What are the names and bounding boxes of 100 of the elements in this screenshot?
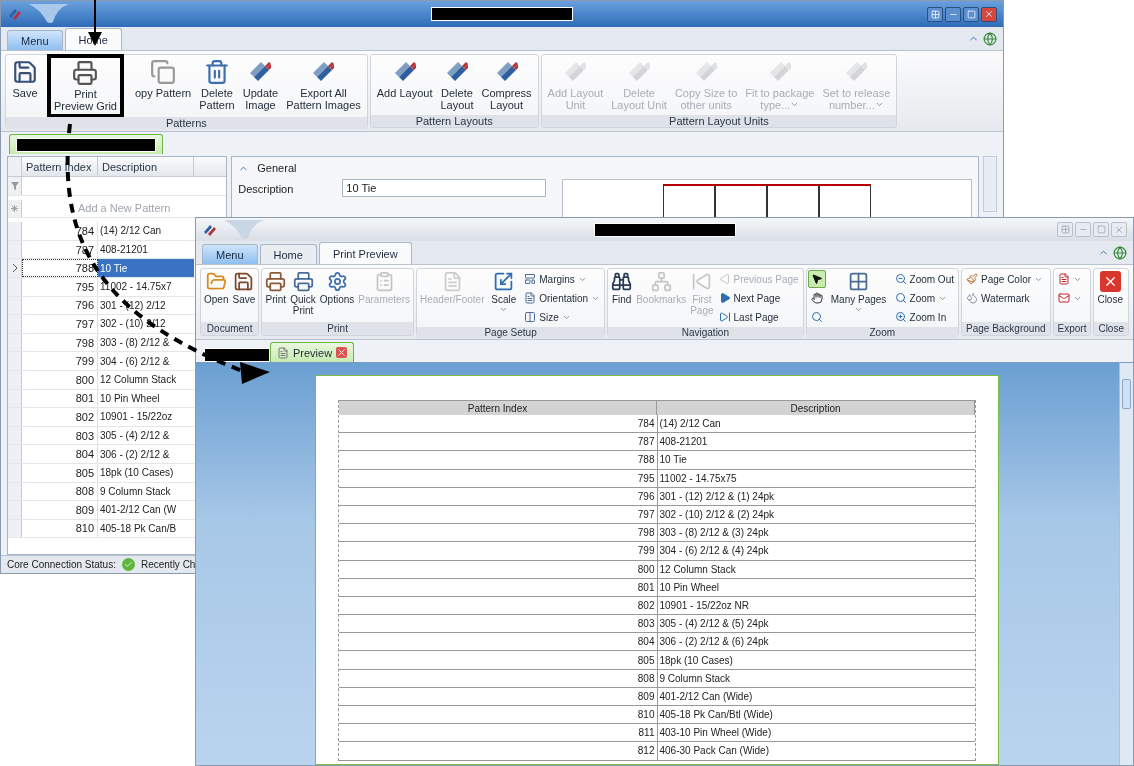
table-cell: 800 (339, 560, 658, 578)
group-label: Pattern Layouts (370, 115, 538, 127)
table-cell-text: (14) 2/12 Can (658, 417, 722, 432)
ribbon-button[interactable]: Delete Layout (437, 57, 477, 113)
ribbon-button[interactable]: Delete Pattern (196, 57, 238, 113)
table-cell-text: 11002 - 14.75x75 (658, 471, 738, 486)
scroll-bar[interactable] (983, 156, 997, 212)
table-cell-text: 405-18 Pk Can/B (99, 522, 178, 536)
ribbon-button[interactable]: Watermark (963, 289, 1047, 307)
tool-button[interactable] (807, 270, 826, 288)
column-header[interactable]: Pattern Index (22, 157, 98, 176)
table-cell: 784 (339, 415, 658, 433)
ribbon-button[interactable]: Update Image (239, 57, 282, 113)
ribbon-button[interactable]: Save (230, 270, 258, 306)
group-label: Patterns (6, 117, 367, 129)
table-cell: 809 (22, 501, 98, 519)
maximize-button[interactable] (963, 6, 979, 22)
table-cell: 801 (22, 389, 98, 408)
globe-icon[interactable] (983, 31, 997, 46)
hierarchy-icon (650, 271, 672, 292)
skip-back-icon (691, 271, 713, 292)
ribbon-button[interactable]: Orientation (521, 289, 604, 307)
triangle-right-icon (718, 292, 731, 304)
section-title: General (257, 162, 297, 174)
pointer-icon (810, 273, 823, 285)
table-cell-text: 18pk (10 Cases) (658, 653, 734, 668)
table-cell-text: 303 - (8) 2/12 & (3) 24pk (658, 526, 770, 541)
table-cell: 795 (22, 277, 98, 296)
mail-icon (1057, 292, 1070, 304)
table-cell-text: 18pk (10 Cases) (99, 466, 175, 481)
ribbon-button[interactable]: Export All Pattern Images (283, 57, 364, 113)
group-label: Close (1094, 322, 1128, 335)
ribbon-button[interactable]: Compress Layout (478, 57, 535, 113)
ribbon-tab[interactable]: Home (259, 244, 317, 264)
table-cell-text: 401-2/12 Can (W (99, 503, 178, 518)
ribbon-button[interactable]: Close (1095, 270, 1125, 306)
group-label: Page Background (962, 322, 1050, 335)
ribbon-button[interactable]: Last Page (715, 308, 802, 326)
ribbon-button[interactable]: Print (263, 270, 289, 306)
close-icon[interactable] (336, 347, 348, 358)
ribbon-button[interactable]: Print Preview Grid (47, 54, 124, 118)
menu-button[interactable]: Menu (202, 244, 258, 264)
ribbon-tab[interactable]: Print Preview (318, 242, 412, 264)
ribbon-button[interactable]: Options (317, 270, 357, 306)
ribbon-button[interactable]: Quick Print (288, 270, 318, 317)
globe-icon[interactable] (1113, 245, 1127, 260)
scroll-bar[interactable] (1119, 363, 1133, 765)
table-cell: 796 (339, 487, 658, 505)
ribbon-button[interactable]: Open (202, 270, 231, 306)
ribbon-button[interactable]: Scale (486, 270, 522, 317)
table-cell: 804 (22, 445, 98, 463)
column-header: Description (657, 401, 975, 415)
column-header: Pattern Index (339, 401, 657, 415)
ribbon-button[interactable]: Next Page (715, 289, 802, 307)
document-tab[interactable] (9, 134, 163, 154)
restore-button[interactable] (927, 6, 943, 22)
ribbon-button[interactable]: opy Pattern (131, 57, 195, 101)
ribbon-button[interactable]: Zoom In (891, 308, 957, 326)
row-pointer-icon (11, 264, 18, 273)
grid-icon (1060, 225, 1070, 234)
printer-icon (265, 271, 287, 292)
group-label: Pattern Layout Units (541, 115, 897, 127)
ribbon-button[interactable]: Size (521, 308, 604, 326)
margins-icon (524, 273, 537, 285)
pdf-icon (1057, 273, 1070, 285)
table-cell-text: 408-21201 (658, 435, 709, 450)
app-logo-icon (7, 6, 23, 22)
table-cell-text: 304 - (6) 2/12 & (99, 354, 171, 369)
filter-icon[interactable] (10, 181, 19, 190)
minimize-button[interactable] (945, 6, 961, 22)
close-button[interactable] (981, 6, 997, 22)
menu-button[interactable]: Menu (7, 30, 63, 50)
ribbon-button[interactable]: Add Layout (373, 57, 436, 101)
ribbon-button[interactable]: Zoom (891, 289, 957, 307)
close-icon (1114, 224, 1124, 235)
column-header[interactable]: Description (98, 157, 194, 176)
row-selector[interactable] (8, 259, 22, 277)
table-cell-text: 305 - (4) 2/12 & (5) 24pk (658, 617, 770, 632)
triangle-left-icon (718, 273, 731, 285)
ribbon-button[interactable]: Many Pages (825, 270, 892, 317)
ribbon-button[interactable]: Save (9, 57, 41, 101)
group-label: Export (1053, 322, 1091, 335)
table-cell: 799 (22, 352, 98, 370)
document-tab[interactable]: Preview (270, 342, 355, 362)
table-cell: 801 (339, 578, 658, 596)
redaction-bar (204, 348, 270, 362)
group-label: Print (262, 322, 413, 335)
binoculars-icon (611, 271, 633, 292)
ribbon-button[interactable]: Page Color (963, 270, 1047, 288)
ribbon-button[interactable]: Margins (521, 270, 604, 288)
table-cell-text: 306 - (2) 2/12 & (6) 24pk (658, 635, 770, 650)
table-cell-text: 408-21201 (99, 243, 149, 258)
ribbon-button[interactable]: Find (609, 270, 635, 306)
ribbon-button[interactable]: Zoom Out (891, 270, 957, 288)
table-cell-text: 401-2/12 Can (Wide) (658, 689, 754, 704)
table-cell-text: 10 Pin Wheel (658, 580, 720, 595)
table-cell-text: 11002 - 14.75x7 (99, 280, 173, 295)
input-field[interactable]: 10 Tie (342, 179, 547, 197)
table-cell-text: 301 - (12) 2/12 & (1) 24pk (658, 489, 775, 504)
hand-icon (810, 292, 823, 304)
